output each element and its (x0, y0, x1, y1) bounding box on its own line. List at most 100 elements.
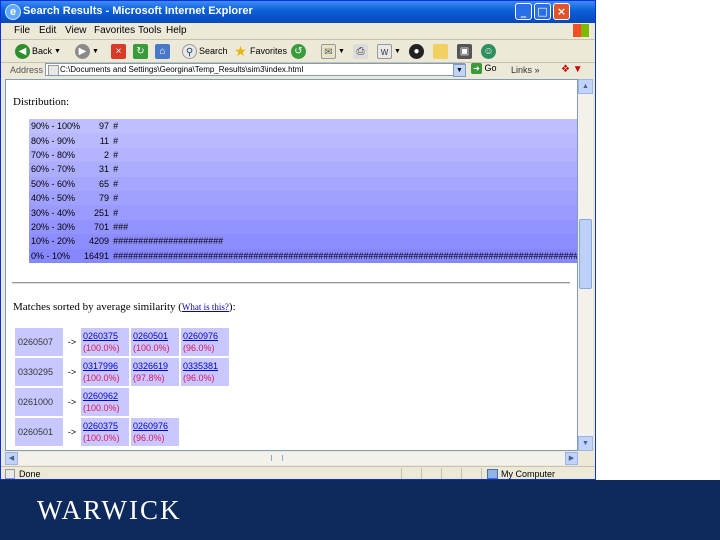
horizontal-scrollbar[interactable]: ◀ ▶ (5, 452, 578, 465)
distribution-row: 60% - 70% 31 # (29, 162, 577, 177)
scroll-left-button[interactable]: ◀ (5, 452, 18, 465)
mail-icon: ✉ (321, 43, 336, 59)
address-dropdown-icon[interactable]: ▼ (453, 64, 466, 77)
go-button[interactable]: ➜ Go (471, 63, 497, 76)
chevron-down-icon: ▼ (338, 47, 345, 55)
distribution-range: 40% - 50% (31, 193, 76, 204)
distribution-table: 90% - 100% 97 #80% - 90% 11 #70% - 80% 2 #60% … (29, 119, 578, 263)
match-link[interactable]: 0260962 (83, 390, 127, 402)
refresh-button[interactable]: ↻ (133, 43, 148, 59)
menu-file[interactable]: File (14, 25, 30, 36)
distribution-row: 50% - 60% 65 # (29, 176, 577, 191)
mail-button[interactable]: ✉ ▼ (321, 43, 345, 59)
refresh-icon: ↻ (133, 43, 148, 59)
minimize-button[interactable]: _ (515, 3, 532, 20)
history-button[interactable]: ↺ (291, 43, 306, 59)
discuss-icon: ● (409, 43, 424, 59)
maximize-button[interactable]: □ (534, 3, 551, 20)
stop-button[interactable]: × (111, 43, 126, 59)
distribution-bar: ########################################… (113, 250, 578, 261)
distribution-range: 60% - 70% (31, 164, 76, 175)
match-source: 0261000 (15, 388, 63, 416)
research-button[interactable]: ▣ (457, 43, 472, 59)
match-source: 0330295 (15, 358, 63, 386)
distribution-row: 90% - 100% 97 # (29, 119, 577, 134)
msn-button[interactable]: ☺ (481, 43, 496, 59)
home-button[interactable]: ⌂ (155, 43, 170, 59)
close-button[interactable]: × (553, 3, 570, 20)
match-arrow: -> (67, 397, 77, 407)
warwick-logo: WARWICK (37, 495, 182, 525)
match-arrow: -> (67, 337, 77, 347)
match-link[interactable]: 0326619 (133, 360, 177, 372)
menu-edit[interactable]: Edit (39, 25, 56, 36)
title-bar[interactable]: e Search Results - Microsoft Internet Ex… (1, 1, 595, 23)
what-is-this-link[interactable]: What is this? (182, 302, 229, 312)
menu-favorites[interactable]: Favorites (94, 25, 135, 36)
tools-icon[interactable]: ❖ ▼ (561, 64, 583, 75)
favorites-label: Favorites (250, 46, 288, 56)
match-arrow: -> (67, 367, 77, 377)
distribution-range: 70% - 80% (31, 149, 76, 160)
discuss-button[interactable]: ● (409, 43, 424, 59)
match-percentage: (100.0%) (83, 343, 120, 353)
print-button[interactable]: ⎙ (353, 43, 368, 59)
address-input[interactable]: C:\Documents and Settings\Georgina\Temp_… (45, 63, 465, 76)
distribution-count: 251 (94, 207, 110, 218)
match-row: 0330295 -> 0317996 (100.0%) 0326619 (97.8%) 03… (15, 358, 229, 386)
menu-help[interactable]: Help (166, 25, 187, 36)
distribution-bar: # (113, 121, 119, 132)
forward-button[interactable]: ▶ ▼ (75, 43, 99, 59)
match-target: 0260976 (96.0%) (131, 418, 179, 446)
search-button[interactable]: ⚲ Search (182, 43, 228, 59)
match-percentage: (96.0%) (183, 343, 215, 353)
favorites-button[interactable]: ★ Favorites (233, 43, 287, 59)
match-link[interactable]: 0260501 (133, 330, 177, 342)
status-divider (461, 468, 462, 479)
messenger-icon: ☺ (481, 43, 496, 59)
match-link[interactable]: 0260375 (83, 330, 127, 342)
match-link[interactable]: 0335381 (183, 360, 227, 372)
distribution-bar: ### (113, 221, 129, 232)
distribution-range: 0% - 10% (31, 250, 71, 261)
chevron-down-icon: ▼ (394, 47, 401, 55)
match-link[interactable]: 0260976 (183, 330, 227, 342)
scroll-thumb[interactable] (579, 219, 592, 289)
computer-icon (487, 469, 498, 479)
address-label: Address (10, 65, 44, 75)
distribution-range: 90% - 100% (31, 121, 81, 132)
match-target: 0326619 (97.8%) (131, 358, 179, 386)
footer-banner: WARWICK (0, 480, 720, 540)
scroll-down-button[interactable]: ▼ (578, 436, 593, 451)
distribution-count: 701 (94, 221, 110, 232)
word-icon: W (377, 43, 392, 59)
page-icon (5, 469, 15, 479)
scroll-grip[interactable] (271, 455, 283, 461)
status-text: Done (19, 469, 41, 479)
back-button[interactable]: ◀ Back ▼ (15, 43, 61, 59)
vertical-scrollbar[interactable]: ▲ ▼ (578, 79, 593, 451)
distribution-count: 65 (99, 178, 110, 189)
match-arrow: -> (67, 427, 77, 437)
address-bar: Address C:\Documents and Settings\Georgi… (1, 62, 595, 78)
distribution-row: 70% - 80% 2 # (29, 147, 577, 163)
messenger-button[interactable] (433, 43, 448, 59)
distribution-bar: # (113, 135, 119, 146)
page-content[interactable]: Distribution: 90% - 100% 97 #80% - 90% 11 #7… (5, 79, 578, 451)
scroll-right-button[interactable]: ▶ (565, 452, 578, 465)
menu-tools[interactable]: Tools (138, 25, 161, 36)
distribution-count: 2 (104, 149, 110, 160)
menu-view[interactable]: View (65, 25, 87, 36)
match-link[interactable]: 0260976 (133, 420, 177, 432)
links-toolbar[interactable]: Links » (511, 65, 540, 75)
standard-toolbar: ◀ Back ▼ ▶ ▼ × ↻ ⌂ ⚲ Search ★ Favorites … (1, 40, 595, 63)
research-icon: ▣ (457, 43, 472, 59)
edit-button[interactable]: W ▼ (377, 43, 401, 59)
match-percentage: (100.0%) (83, 373, 120, 383)
match-link[interactable]: 0260375 (83, 420, 127, 432)
match-target: 0260976 (96.0%) (181, 328, 229, 356)
scroll-up-button[interactable]: ▲ (578, 79, 593, 94)
status-divider (441, 468, 442, 479)
match-link[interactable]: 0317996 (83, 360, 127, 372)
go-label: Go (484, 63, 497, 73)
